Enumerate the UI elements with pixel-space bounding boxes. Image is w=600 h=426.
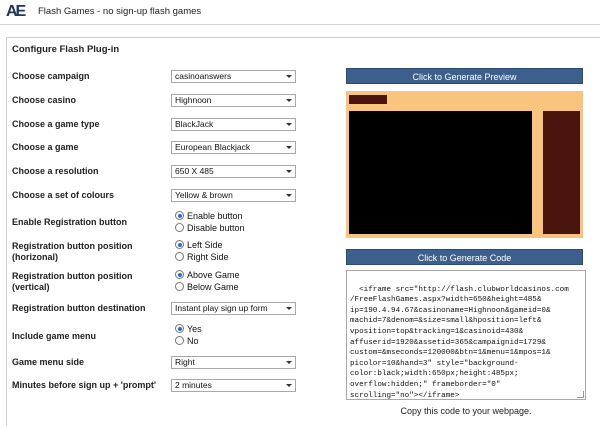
resolution-label: Choose a resolution	[12, 166, 99, 176]
radio-below-game[interactable]: Below Game	[175, 282, 239, 293]
radio-label: Disable button	[187, 223, 245, 233]
resize-grip-icon[interactable]	[577, 391, 584, 398]
menu-side-label: Game menu side	[12, 357, 85, 367]
radio-right-side[interactable]: Right Side	[175, 252, 229, 263]
copy-instructions: Copy this code to your webpage.	[400, 406, 532, 416]
menu-side-select[interactable]: Right	[171, 356, 296, 369]
reg-pos-h-label: Registration button position (horizonal)	[12, 241, 133, 263]
radio-label: Yes	[187, 324, 202, 334]
radio-left-side[interactable]: Left Side	[175, 240, 223, 251]
radio-unchecked-icon	[175, 223, 184, 232]
minutes-select-value: 2 minutes	[175, 380, 212, 390]
reg-dest-select-value: Instant play sign up form	[175, 303, 268, 313]
radio-disable-button[interactable]: Disable button	[175, 223, 245, 234]
radio-label: Below Game	[187, 282, 239, 292]
radio-checked-icon	[175, 211, 184, 220]
radio-above-game[interactable]: Above Game	[175, 270, 240, 281]
game-type-select[interactable]: BlackJack	[171, 118, 296, 131]
embed-code-textarea[interactable]: <iframe src="http://flash.clubworldcasin…	[346, 270, 586, 400]
radio-checked-icon	[175, 240, 184, 249]
casino-select-value: Highnoon	[175, 95, 212, 105]
radio-label: Left Side	[187, 240, 223, 250]
preview-registration-button	[349, 95, 387, 104]
game-type-label: Choose a game type	[12, 119, 100, 129]
chevron-down-icon	[286, 384, 292, 387]
chevron-down-icon	[286, 123, 292, 126]
radio-unchecked-icon	[175, 282, 184, 291]
chevron-down-icon	[286, 75, 292, 78]
resolution-select-value: 650 X 485	[175, 166, 214, 176]
colours-select[interactable]: Yellow & brown	[171, 189, 296, 202]
casino-label: Choose casino	[12, 95, 77, 105]
preview-game-menu	[543, 111, 580, 234]
colours-label: Choose a set of colours	[12, 190, 115, 200]
generate-preview-button[interactable]: Click to Generate Preview	[346, 68, 583, 84]
radio-unchecked-icon	[175, 336, 184, 345]
reg-pos-v-label-line2: (vertical)	[12, 282, 50, 292]
game-menu-label: Include game menu	[12, 331, 97, 341]
radio-label: Right Side	[187, 252, 229, 262]
game-label: Choose a game	[12, 142, 79, 152]
radio-label: Above Game	[187, 270, 240, 280]
game-preview	[346, 91, 583, 238]
minutes-label: Minutes before sign up + 'prompt'	[12, 380, 157, 390]
campaign-select-value: casinoanswers	[175, 71, 232, 81]
reg-pos-v-label: Registration button position (vertical)	[12, 271, 133, 293]
minutes-select[interactable]: 2 minutes	[171, 379, 296, 392]
game-select[interactable]: European Blackjack	[171, 141, 296, 154]
radio-label: No	[187, 336, 199, 346]
resolution-select[interactable]: 650 X 485	[171, 165, 296, 178]
embed-code-text: <iframe src="http://flash.clubworldcasin…	[350, 285, 569, 400]
campaign-label: Choose campaign	[12, 71, 90, 81]
campaign-select[interactable]: casinoanswers	[171, 70, 296, 83]
reg-enable-label: Enable Registration button	[12, 217, 128, 227]
site-logo[interactable]: AE	[6, 3, 26, 20]
panel-title: Configure Flash Plug-in	[12, 44, 120, 55]
reg-dest-label: Registration button destination	[12, 303, 146, 313]
radio-checked-icon	[175, 270, 184, 279]
top-bar: AE Flash Games - no sign-up flash games	[0, 0, 600, 25]
preview-game-area	[349, 111, 532, 234]
reg-pos-h-label-line1: Registration button position	[12, 241, 133, 251]
reg-pos-h-label-line2: (horizonal)	[12, 252, 58, 262]
chevron-down-icon	[286, 307, 292, 310]
reg-dest-select[interactable]: Instant play sign up form	[171, 302, 296, 315]
radio-enable-button[interactable]: Enable button	[175, 211, 243, 222]
game-select-value: European Blackjack	[175, 142, 251, 152]
page-title: Flash Games - no sign-up flash games	[38, 6, 202, 17]
game-type-select-value: BlackJack	[175, 119, 214, 129]
menu-side-select-value: Right	[175, 357, 195, 367]
chevron-down-icon	[286, 194, 292, 197]
casino-select[interactable]: Highnoon	[171, 94, 296, 107]
reg-pos-v-label-line1: Registration button position	[12, 271, 133, 281]
radio-label: Enable button	[187, 211, 243, 221]
chevron-down-icon	[286, 170, 292, 173]
radio-unchecked-icon	[175, 252, 184, 261]
chevron-down-icon	[286, 99, 292, 102]
colours-select-value: Yellow & brown	[175, 190, 233, 200]
radio-menu-yes[interactable]: Yes	[175, 324, 202, 335]
radio-checked-icon	[175, 324, 184, 333]
chevron-down-icon	[286, 146, 292, 149]
radio-menu-no[interactable]: No	[175, 336, 199, 347]
generate-code-button[interactable]: Click to Generate Code	[346, 249, 583, 265]
chevron-down-icon	[286, 361, 292, 364]
